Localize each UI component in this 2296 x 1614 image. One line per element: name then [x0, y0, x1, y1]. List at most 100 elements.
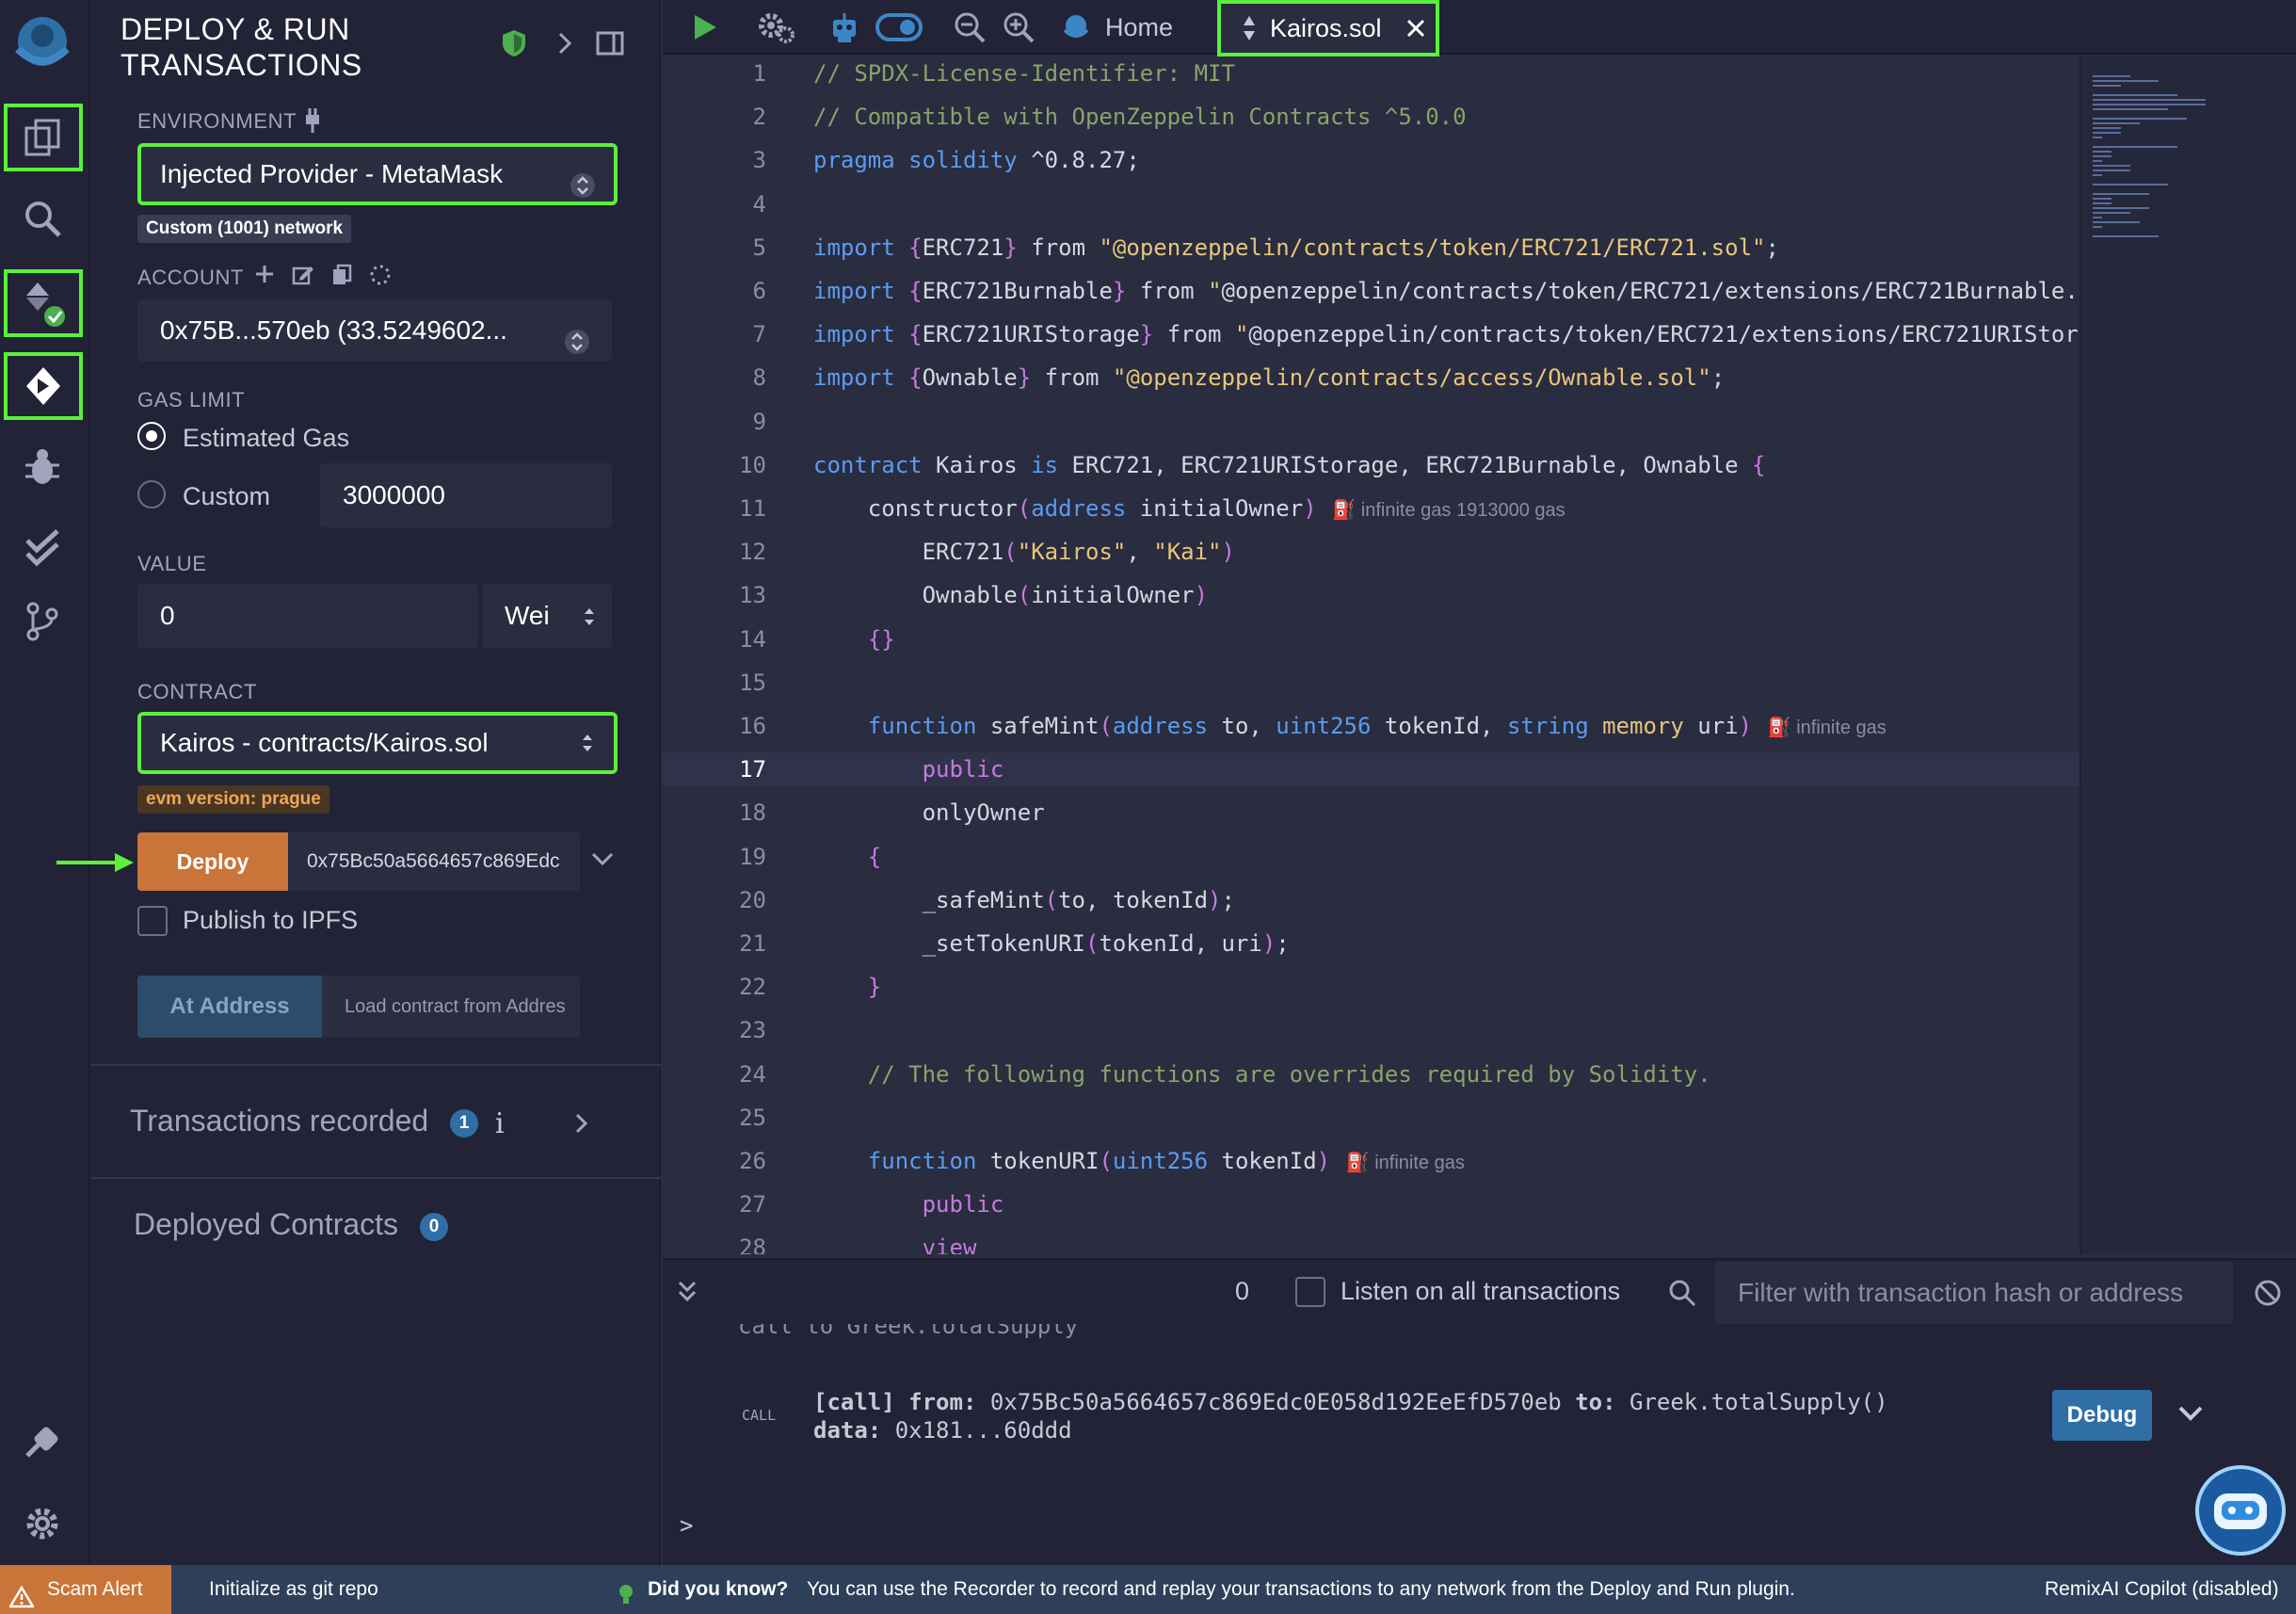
contract-select[interactable]: Kairos - contracts/Kairos.sol [137, 712, 618, 774]
custom-gas-radio[interactable] [137, 480, 166, 508]
account-select[interactable]: 0x75B...570eb (33.5249602... [137, 299, 612, 362]
call-log-entry[interactable]: [call] from: 0x75Bc50a5664657c869Edc0E05… [813, 1388, 1888, 1445]
value-unit-select[interactable]: Wei [482, 584, 612, 648]
search-icon[interactable] [1668, 1279, 1696, 1312]
code-line[interactable]: 2 // Compatible with OpenZeppelin Contrac… [663, 100, 2079, 134]
ai-robot-icon[interactable] [828, 0, 860, 55]
code-line[interactable]: 13 Ownable(initialOwner) [663, 578, 2079, 612]
code-line[interactable]: 5 import {ERC721} from "@openzeppelin/con… [663, 231, 2079, 265]
remix-logo-icon[interactable] [0, 4, 85, 83]
debugger-icon[interactable] [0, 433, 85, 501]
gas-limit-input[interactable]: 3000000 [320, 463, 612, 527]
code-editor[interactable]: 1 // SPDX-License-Identifier: MIT 2 // Comp… [663, 56, 2079, 1254]
copy-account-icon[interactable] [331, 264, 352, 286]
terminal-prompt[interactable]: > [680, 1512, 693, 1539]
deploy-button[interactable]: Deploy [137, 832, 288, 891]
code-line[interactable]: 3 pragma solidity ^0.8.27; [663, 143, 2079, 177]
publish-ipfs-checkbox[interactable] [137, 906, 168, 936]
code-line[interactable]: 21 _setTokenURI(tokenId, uri); [663, 927, 2079, 960]
minimap-line [2093, 198, 2111, 200]
select-arrows-icon [570, 160, 595, 205]
line-number: 16 [739, 713, 766, 739]
deployed-contracts-title[interactable]: Deployed Contracts [134, 1207, 398, 1242]
plug-icon[interactable] [303, 107, 322, 138]
code-line[interactable]: 24 // The following functions are overri… [663, 1057, 2079, 1091]
clear-console-icon[interactable] [2254, 1279, 2282, 1312]
code-line[interactable]: 7 import {ERC721URIStorage} from "@openze… [663, 317, 2079, 351]
code-line[interactable]: 11 constructor(address initialOwner) ⛽ i… [663, 492, 2079, 525]
plugin-manager-icon[interactable] [0, 1407, 85, 1475]
code-line[interactable]: 6 import {ERC721Burnable} from "@openzepp… [663, 274, 2079, 308]
tab-home[interactable]: Home [1060, 0, 1173, 55]
code-line[interactable]: 22 } [663, 970, 2079, 1004]
line-number: 26 [739, 1148, 766, 1174]
at-address-button[interactable]: At Address [137, 976, 322, 1038]
git-init-link[interactable]: Initialize as git repo [209, 1565, 378, 1614]
code-line[interactable]: 28 view [663, 1231, 2079, 1254]
remixai-assistant-icon[interactable] [2193, 1463, 2288, 1562]
to-method: Greek.totalSupply() [1630, 1389, 1888, 1415]
chevron-down-icon[interactable] [2176, 1403, 2205, 1428]
code-line[interactable]: 16 function safeMint(address to, uint256… [663, 709, 2079, 743]
testing-check-icon[interactable] [0, 514, 85, 582]
code-line[interactable]: 4 [663, 187, 2079, 221]
zoom-in-icon[interactable] [1002, 0, 1036, 55]
tip-text: You can use the Recorder to record and r… [807, 1578, 1795, 1600]
git-branch-icon[interactable] [0, 588, 85, 655]
transactions-count-badge: 1 [450, 1109, 478, 1138]
tx-filter-input[interactable]: Filter with transaction hash or address [1715, 1262, 2233, 1324]
listen-all-checkbox[interactable] [1295, 1277, 1325, 1307]
line-number: 5 [752, 234, 766, 261]
code-line[interactable]: 12 ERC721("Kairos", "Kai") [663, 535, 2079, 569]
code-line[interactable]: 14 {} [663, 622, 2079, 656]
compile-settings-icon[interactable] [757, 0, 796, 55]
minimap-line [2093, 165, 2130, 167]
deploy-args-input[interactable]: 0x75Bc50a5664657c869Edc [288, 832, 580, 891]
chevron-right-icon[interactable] [572, 1111, 591, 1140]
code-line[interactable]: 23 [663, 1013, 2079, 1047]
code-line[interactable]: 9 [663, 405, 2079, 439]
minimap-line [2093, 184, 2168, 186]
code-line[interactable]: 8 import {Ownable} from "@openzeppelin/co… [663, 361, 2079, 395]
deploy-run-icon[interactable] [4, 352, 83, 420]
line-number: 23 [739, 1017, 766, 1043]
code-line[interactable]: 19 { [663, 840, 2079, 874]
pin-panel-icon[interactable] [595, 28, 625, 63]
debug-button[interactable]: Debug [2052, 1390, 2152, 1441]
shield-icon[interactable] [501, 28, 527, 63]
at-address-input[interactable]: Load contract from Addres [322, 976, 580, 1038]
code-line[interactable]: 10 contract Kairos is ERC721, ERC721URISt… [663, 448, 2079, 482]
chevron-right-icon[interactable] [555, 28, 574, 63]
code-line[interactable]: 27 public [663, 1187, 2079, 1221]
tab-kairos-sol[interactable]: Kairos.sol [1217, 0, 1439, 56]
code-line[interactable]: 15 [663, 666, 2079, 700]
transactions-recorded-title[interactable]: Transactions recorded [130, 1104, 428, 1138]
collapse-terminal-icon[interactable] [676, 1279, 698, 1310]
add-account-icon[interactable] [254, 264, 275, 284]
close-tab-icon[interactable] [1405, 17, 1427, 40]
code-line[interactable]: 25 [663, 1101, 2079, 1135]
info-icon[interactable]: i [495, 1107, 505, 1140]
environment-select[interactable]: Injected Provider - MetaMask [137, 143, 618, 205]
code-line[interactable]: 20 _safeMint(to, tokenId); [663, 883, 2079, 917]
code-line[interactable]: 17 public [663, 752, 2079, 786]
solidity-compiler-icon[interactable] [4, 269, 83, 337]
chevron-down-icon[interactable] [589, 849, 616, 873]
terminal-console[interactable]: call to Greek.totalSupply CALL [call] fr… [663, 1324, 2296, 1565]
code-line[interactable]: 1 // SPDX-License-Identifier: MIT [663, 56, 2079, 90]
search-icon[interactable] [0, 185, 85, 252]
line-number: 14 [739, 626, 766, 653]
edit-account-icon[interactable] [292, 264, 314, 286]
run-script-icon[interactable] [691, 0, 719, 55]
code-line[interactable]: 26 function tokenURI(uint256 tokenId) ⛽ … [663, 1144, 2079, 1178]
line-number: 20 [739, 887, 766, 913]
zoom-out-icon[interactable] [953, 0, 987, 55]
ai-toggle-icon[interactable] [875, 0, 923, 55]
value-input[interactable]: 0 [137, 584, 478, 648]
remixai-copilot-status[interactable]: RemixAI Copilot (disabled) [2045, 1565, 2279, 1614]
code-minimap[interactable] [2079, 56, 2296, 1254]
estimated-gas-radio[interactable] [137, 422, 166, 450]
settings-gear-icon[interactable] [0, 1490, 85, 1558]
file-explorer-icon[interactable] [4, 104, 83, 171]
code-line[interactable]: 18 onlyOwner [663, 796, 2079, 830]
